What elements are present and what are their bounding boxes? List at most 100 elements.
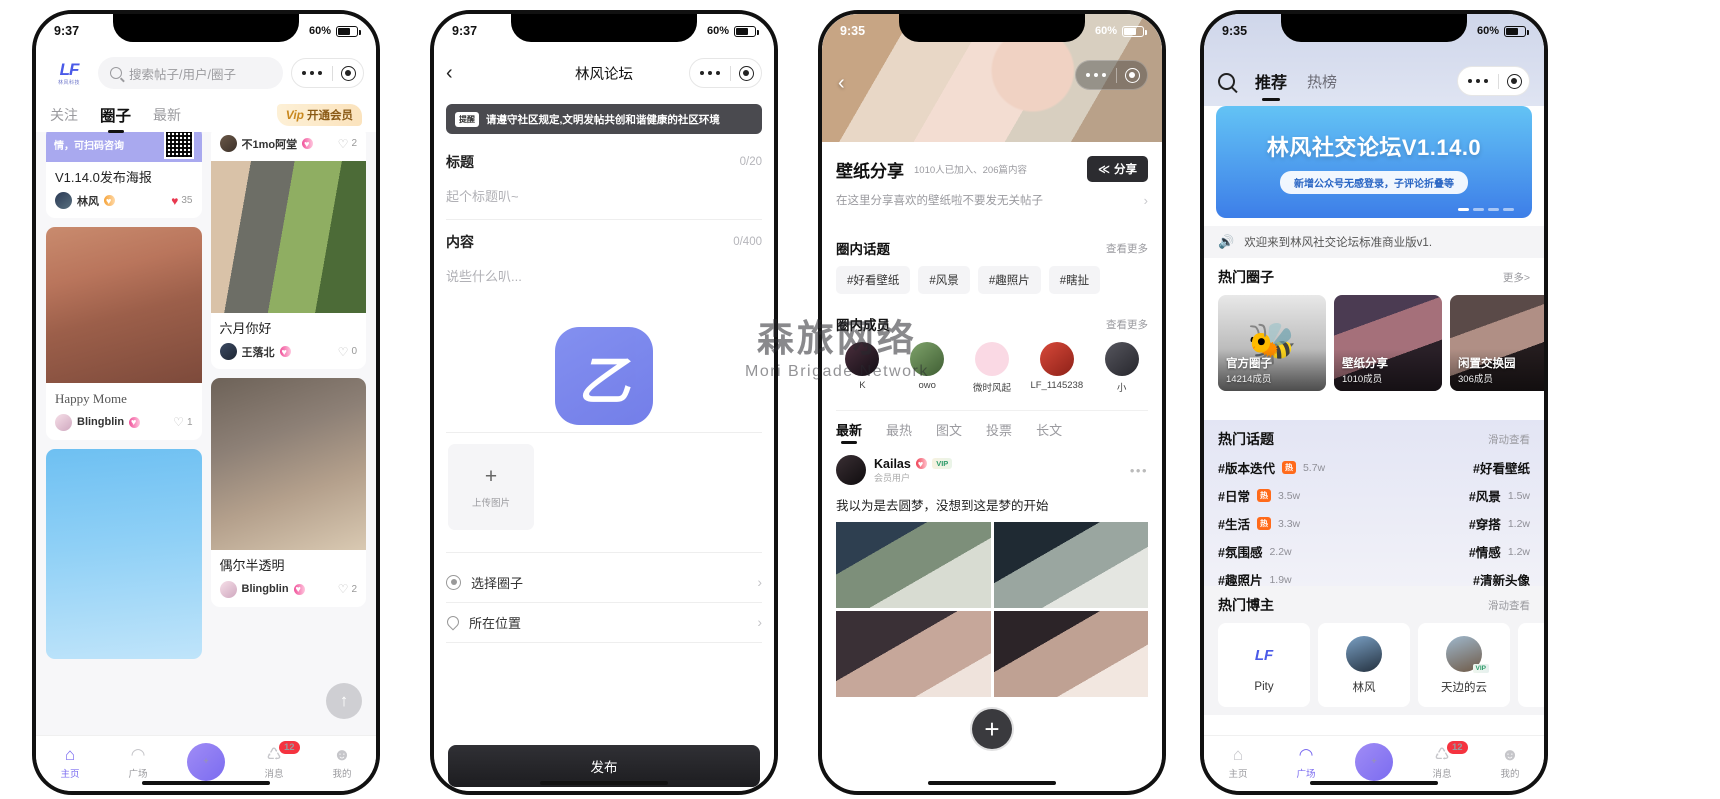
avatar[interactable] [55,413,72,431]
more-dots-icon[interactable]: ••• [1130,463,1148,478]
topic-chip[interactable]: #趣照片 [977,266,1041,294]
post-image[interactable] [836,522,991,608]
post-card[interactable]: Happy Mome Blingblin ♥ ♡ 1 [46,227,202,440]
topic-chip[interactable]: #风景 [918,266,970,294]
topics-more-link[interactable]: 查看更多 [1106,241,1148,256]
hot-circles-more-link[interactable]: 更多> [1503,270,1530,285]
more-dots-icon[interactable] [1076,72,1117,78]
hot-bloggers-more-link[interactable]: 滑动查看 [1488,598,1530,613]
close-target-icon[interactable] [333,58,363,88]
topic-item[interactable]: #风景 1.5w [1379,486,1530,505]
blogger-card[interactable] [1518,623,1544,707]
content-input[interactable]: 说些什么叭... [446,266,762,285]
avatar[interactable] [219,343,237,361]
member-item[interactable]: ᴏᴡᴏ [901,342,954,391]
add-post-icon[interactable]: + [187,742,225,781]
tab-image-text[interactable]: 图文 [936,420,962,439]
tabbar-item-profile[interactable]: ☻ 我的 [308,740,376,788]
add-plus-icon[interactable]: + [970,707,1014,751]
post-card[interactable]: 情，可扫码咨询 V1.14.0发布海报 林风 ♥ ♥ 35 [46,126,202,219]
add-post-icon[interactable]: + [1355,742,1393,781]
avatar[interactable] [55,192,72,210]
topic-chip[interactable]: #瞎扯 [1048,266,1101,294]
blogger-card[interactable]: 林风 [1318,623,1410,707]
search-icon[interactable] [1218,72,1235,90]
like-count[interactable]: ♡ 1 [173,415,192,429]
back-chevron-icon[interactable]: ‹ [838,72,845,95]
back-chevron-icon[interactable]: ‹ [446,62,472,85]
share-button[interactable]: ≪ 分享 [1086,156,1148,182]
post-image[interactable] [46,227,202,384]
post-card[interactable]: 不1mo阿堂 ♥ ♡ 2 六月你好 王落北 ♥ ♡ 0 [210,126,366,370]
post-card[interactable] [46,448,202,659]
miniprogram-capsule[interactable] [1456,66,1530,96]
select-circle-row[interactable]: 选择圈子 › [446,562,762,602]
close-target-icon[interactable] [1499,66,1529,96]
member-item[interactable]: 微时风起 [966,342,1019,394]
like-count[interactable]: ♡ 0 [338,345,357,359]
blogger-card[interactable]: LF Pity [1218,623,1310,707]
topic-item[interactable]: #情感 1.2w [1379,542,1530,561]
hot-bloggers-list[interactable]: LF Pity 林风 VIP 天边的云 [1218,623,1544,707]
hot-circles-list[interactable]: 🐝 官方圈子 14214成员 壁纸分享 1010成员 闲置交换园 306成员 [1218,295,1544,391]
post-image[interactable] [836,611,991,697]
more-dots-icon[interactable] [690,70,731,76]
circle-card[interactable]: 壁纸分享 1010成员 [1334,295,1442,391]
tab-newest[interactable]: 最新 [836,420,862,439]
location-row[interactable]: 所在位置 › [444,602,762,642]
post-image[interactable] [46,448,202,659]
post-card[interactable]: 偶尔半透明 Blingblin ♥ ♡ 2 [210,378,366,607]
circle-card[interactable]: 🐝 官方圈子 14214成员 [1218,295,1326,391]
members-more-link[interactable]: 查看更多 [1106,317,1148,332]
tabbar-item-profile[interactable]: ☻ 我的 [1476,740,1544,788]
announcement-bar[interactable]: 🔊 欢迎来到林风社交论坛标准商业版v1. [1204,226,1544,258]
topic-item[interactable]: #穿搭 1.2w [1379,514,1530,533]
title-input[interactable]: 起个标题叭~ [446,186,762,205]
tab-hotlist[interactable]: 热榜 [1307,71,1337,92]
tab-vote[interactable]: 投票 [986,420,1012,439]
post-image[interactable] [993,522,1148,608]
member-item[interactable]: LF_1145238 [1030,342,1083,391]
member-item[interactable]: K [836,342,889,391]
tab-circles[interactable]: 圈子 [100,104,131,126]
topic-item[interactable]: #氛围感 2.2w [1218,542,1369,561]
miniprogram-capsule[interactable] [688,58,762,88]
circle-card[interactable]: 闲置交换园 306成员 [1450,295,1544,391]
topic-item[interactable]: #好看壁纸 [1379,458,1530,477]
tab-recommend[interactable]: 推荐 [1255,69,1287,93]
like-count[interactable]: ♡ 2 [338,137,357,151]
topic-item[interactable]: #版本迭代 热 5.7w [1218,458,1369,477]
tabbar-item-home[interactable]: ⌂ 主页 [36,740,104,788]
like-count[interactable]: ♥ 35 [171,194,192,208]
circle-description-row[interactable]: 在这里分享喜欢的壁纸啦不要发无关帖子 › [836,192,1148,208]
search-input[interactable]: 搜索帖子/用户/圈子 [98,57,283,89]
miniprogram-capsule[interactable] [1074,60,1148,90]
avatar[interactable] [219,135,237,152]
post-image[interactable] [210,378,366,551]
post-image[interactable] [993,611,1148,697]
tab-follow[interactable]: 关注 [50,105,78,125]
tabbar-item-home[interactable]: ⌂ 主页 [1204,740,1272,788]
topic-chip[interactable]: #好看壁纸 [836,266,911,294]
avatar[interactable] [219,580,237,598]
promo-banner[interactable]: 林风社交论坛V1.14.0 新增公众号无感登录，子评论折叠等 [1216,106,1532,218]
close-target-icon[interactable] [1117,60,1147,90]
blogger-card[interactable]: VIP 天边的云 [1418,623,1510,707]
hot-topics-more-link[interactable]: 滑动查看 [1488,432,1530,447]
carousel-dots[interactable] [1458,208,1514,211]
like-count[interactable]: ♡ 2 [338,582,357,596]
open-vip-button[interactable]: Vip 开通会员 [276,104,362,126]
post-image[interactable] [210,161,366,313]
avatar[interactable] [836,455,866,485]
miniprogram-capsule[interactable] [290,58,364,88]
topic-item[interactable]: #生活 热 3.3w [1218,514,1369,533]
member-item[interactable]: 小 [1095,342,1148,394]
post-feed[interactable]: 情，可扫码咨询 V1.14.0发布海报 林风 ♥ ♥ 35 Happy Mome… [36,126,376,735]
topic-item[interactable]: #日常 热 3.5w [1218,486,1369,505]
tab-hottest[interactable]: 最热 [886,420,912,439]
more-dots-icon[interactable] [292,70,333,76]
upload-image-button[interactable]: + 上传图片 [448,444,534,530]
scroll-to-top-button[interactable]: ↑ [326,683,362,719]
close-target-icon[interactable] [731,58,761,88]
more-dots-icon[interactable] [1458,78,1499,84]
